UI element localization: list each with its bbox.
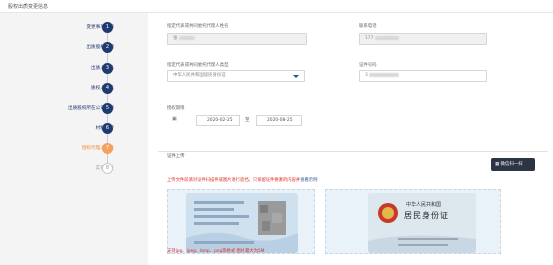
- cert-no-value: 3: [365, 73, 368, 78]
- id-card-front-image: [186, 193, 298, 253]
- cert-type-select[interactable]: 中华人民共和国居民身份证: [167, 70, 305, 82]
- id-back-upload[interactable]: 中华人民共和国 居民身份证: [325, 189, 501, 254]
- id-back-subtitle: 居民身份证: [404, 211, 449, 220]
- masked-text: [369, 72, 400, 77]
- step-sidebar: 变更事项选择 1 出质股权数额 2 出质人姓名 3 质权人姓名 4 出质股权所在…: [0, 13, 148, 265]
- masked-text: [374, 35, 399, 40]
- warning-text: 上传文件前请对证件扫描件或图片进行遮挡，只保留证件要素的内容并: [167, 178, 301, 183]
- step-number: 1: [102, 22, 113, 33]
- phone-field[interactable]: 177: [359, 33, 487, 45]
- page-title: 股权出质变更信息: [8, 4, 49, 10]
- step-4[interactable]: 质权人姓名 4: [0, 82, 148, 96]
- id-front-upload[interactable]: [167, 189, 315, 254]
- main-form: 指定代表或共同委托代理人姓名 张 联系电话 177 指定代表或共同委托代理人类型…: [148, 13, 553, 265]
- step-number: 8: [102, 163, 113, 174]
- step-number: 5: [102, 103, 113, 114]
- id-card-back-image: 中华人民共和国 居民身份证: [368, 193, 476, 253]
- step-1[interactable]: 变更事项选择 1: [0, 21, 148, 35]
- agent-name-label: 指定代表或共同委托代理人姓名: [167, 24, 229, 29]
- cert-type-label: 指定代表或共同委托代理人类型: [167, 63, 229, 68]
- period-label: 授权期限: [167, 106, 185, 111]
- cert-type-value: 中华人民共和国居民身份证: [173, 73, 226, 78]
- agent-name-value: 张: [173, 36, 178, 41]
- page: 股权出质变更信息 变更事项选择 1 出质股权数额 2 出质人姓名 3 质权人姓名…: [0, 0, 553, 265]
- cert-no-label: 证件号码: [359, 63, 377, 68]
- cert-no-field[interactable]: 3: [359, 70, 487, 82]
- view-example-link[interactable]: 查看示例: [300, 178, 317, 183]
- wechat-scan-button[interactable]: ▦ 微信扫一扫: [491, 158, 535, 171]
- phone-label: 联系电话: [359, 24, 377, 29]
- upload-format-note: 支持jpg、jpeg、bmp、png等格式 图片最大为5M: [167, 249, 265, 254]
- start-date-input[interactable]: 2020-02-25: [196, 115, 240, 126]
- step-number: 3: [102, 63, 113, 74]
- phone-value: 177: [365, 36, 374, 41]
- calendar-icon: ▣: [172, 116, 177, 122]
- step-3[interactable]: 出质人姓名 3: [0, 62, 148, 76]
- upload-section-label: 证件上传: [167, 154, 185, 159]
- upload-warning: 上传文件前请对证件扫描件或图片进行遮挡，只保留证件要素的内容并查看示例: [167, 177, 317, 183]
- step-number: 7: [102, 143, 113, 154]
- step-number: 4: [102, 83, 113, 94]
- end-date-input[interactable]: 2020-08-25: [256, 115, 302, 126]
- step-number: 2: [102, 42, 113, 53]
- step-8[interactable]: 实名认证 8: [0, 162, 148, 176]
- masked-text: [178, 35, 195, 40]
- step-2[interactable]: 出质股权数额 2: [0, 41, 148, 55]
- date-separator: 至: [245, 118, 250, 123]
- section-divider: [158, 151, 548, 152]
- step-6[interactable]: 材料上传 6: [0, 122, 148, 136]
- chevron-down-icon: [293, 75, 299, 78]
- agent-name-field[interactable]: 张: [167, 33, 307, 45]
- id-back-title: 中华人民共和国: [406, 202, 442, 208]
- step-number: 6: [102, 123, 113, 134]
- wechat-scan-label: 微信扫一扫: [500, 162, 523, 167]
- step-7-active[interactable]: 授权代理人信息 7: [0, 142, 148, 156]
- step-5[interactable]: 出质股权所在公司名称 5: [0, 102, 148, 116]
